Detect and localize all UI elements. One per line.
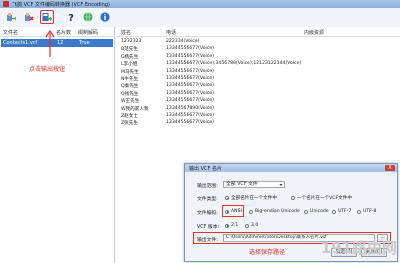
contact-name[interactable]: Z赵女士 — [121, 113, 138, 119]
contact-name[interactable]: Z张先生 — [121, 120, 138, 126]
export-annotation: 点击输出按钮 — [29, 66, 66, 73]
contact-name[interactable]: L李小姐 — [121, 61, 137, 67]
web-button[interactable] — [81, 10, 95, 24]
file-name: Contacts1.vcf — [3, 40, 38, 46]
contact-phone: 13344556677(Voice) — [166, 83, 214, 89]
radio-label: UTF-7 — [338, 209, 352, 214]
info-icon — [100, 12, 110, 22]
radio-dot — [291, 196, 295, 200]
watermark: 191路由网 — [320, 239, 397, 257]
import-button[interactable] — [4, 10, 18, 24]
radio-dot — [304, 209, 308, 214]
path-annotation: 选择保存路径 — [249, 249, 286, 256]
range-label: 输出范围: — [197, 184, 218, 189]
contact-phone: 13344556677(Voice) — [166, 120, 214, 126]
dialog-title-bar: 输出 VCF 名片 X — [185, 164, 397, 172]
radio-dot — [245, 223, 249, 228]
contact-name[interactable]: W我的家人我 — [121, 106, 149, 112]
contact-phone: 13344556677(Voice) — [166, 98, 214, 104]
delete-contacts-icon — [25, 12, 34, 21]
contact-phone: 13344556677(Voice) — [166, 113, 214, 118]
title-bar: 飞鸽 VCF 文件编码转换器 (VCF Encoding) — [0, 0, 400, 8]
delete-button[interactable] — [22, 10, 36, 24]
svg-text:?: ? — [68, 13, 74, 22]
export-contacts-icon — [42, 13, 52, 21]
contact-phone: 13344556677(Voice);3456789(Voice);121231… — [166, 61, 302, 67]
toolbar: ? — [0, 8, 400, 28]
web-icon — [83, 12, 93, 22]
radio-dot — [225, 209, 229, 214]
dialog-title: 输出 VCF 名片 — [189, 166, 222, 172]
contact-phone: 13344556677(Voice) — [166, 68, 214, 74]
version-21-radio[interactable]: 2.1 — [225, 223, 238, 228]
contact-phone: 13344567890(Voice) — [166, 105, 214, 111]
version-30-radio[interactable]: 3.0 — [245, 223, 258, 228]
radio-dot — [225, 223, 229, 228]
radio-label: Big-endian Unicode — [255, 209, 300, 214]
contact-name[interactable]: G杨先生 — [121, 54, 138, 60]
radio-label: Unicode — [310, 209, 329, 214]
radio-dot — [249, 209, 253, 214]
contact-name[interactable]: W王先生 — [121, 98, 139, 104]
contact-phone: 222334(Voice) — [166, 39, 200, 44]
range-value: 全部 VCF 文件 — [226, 182, 258, 187]
radio-label: 一个名片在一个VCF文件中 — [297, 196, 352, 201]
annotation-arrow — [45, 29, 55, 57]
col-decode[interactable]: 缀制解码 — [78, 29, 98, 36]
contact-name[interactable]: Q秦先生 — [121, 83, 138, 89]
chevron-down-icon — [279, 184, 283, 186]
contact-name[interactable]: B范先生 — [121, 46, 138, 52]
contact-name[interactable]: N牛先生 — [121, 76, 138, 82]
contact-phone: 13344556677(Voice) — [166, 53, 214, 59]
radio-dot — [332, 209, 336, 214]
contact-name[interactable]: Q钱先生 — [121, 91, 138, 97]
encoding-unicode-radio[interactable]: Unicode — [304, 209, 329, 214]
contact-phone: 13344556677(Voice) — [166, 90, 214, 96]
col-name[interactable]: 姓名 — [121, 29, 131, 36]
export-button[interactable] — [40, 10, 54, 24]
radio-dot — [357, 209, 361, 214]
encoding-utf8-radio[interactable]: UTF-8 — [357, 209, 376, 214]
col-phone[interactable]: 电话 — [166, 29, 176, 36]
header-divider — [116, 36, 400, 37]
encoding-utf7-radio[interactable]: UTF-7 — [332, 209, 351, 214]
dialog-close-button[interactable]: X — [385, 165, 395, 171]
file-list-panel: 文件名 名片数 缀制解码 Contacts1.vcf 12 True 点击输出按… — [0, 27, 115, 263]
radio-label: 全部名片在一个文件中 — [231, 196, 277, 201]
type-label: 文件类型: — [197, 197, 218, 202]
help-icon: ? — [68, 13, 74, 22]
radio-label: 2.1 — [231, 223, 239, 228]
range-select[interactable]: 全部 VCF 文件 — [223, 181, 285, 188]
contact-phone: 13344556677(Voice) — [166, 46, 214, 52]
info-button[interactable] — [98, 10, 112, 24]
radio-label: 3.0 — [251, 223, 259, 228]
help-button[interactable]: ? — [64, 10, 78, 24]
col-internal[interactable]: 内嵌资源 — [304, 29, 324, 36]
import-contacts-icon — [7, 12, 16, 21]
contact-name[interactable]: 1232323 — [121, 39, 141, 44]
encoding-label: 文件编码: — [197, 211, 218, 216]
version-label: VCF 版本: — [197, 225, 220, 230]
radio-dot — [225, 196, 229, 200]
contact-phone: 13344556677(Voice) — [166, 76, 214, 81]
app-icon — [3, 1, 9, 7]
type-single-file-radio[interactable]: 全部名片在一个文件中 — [225, 195, 277, 201]
encoding-bigendian-radio[interactable]: Big-endian Unicode — [249, 209, 300, 214]
radio-label: ANSI — [231, 209, 242, 214]
col-filename[interactable]: 文件名 — [3, 29, 18, 36]
radio-label: UTF-8 — [363, 209, 377, 214]
contact-name[interactable]: M马先生 — [121, 69, 139, 75]
file-decode: True — [79, 40, 90, 46]
encoding-ansi-radio[interactable]: ANSI — [225, 209, 242, 214]
window-title: 飞鸽 VCF 文件编码转换器 (VCF Encoding) — [12, 2, 110, 8]
type-multi-file-radio[interactable]: 一个名片在一个VCF文件中 — [291, 195, 352, 201]
